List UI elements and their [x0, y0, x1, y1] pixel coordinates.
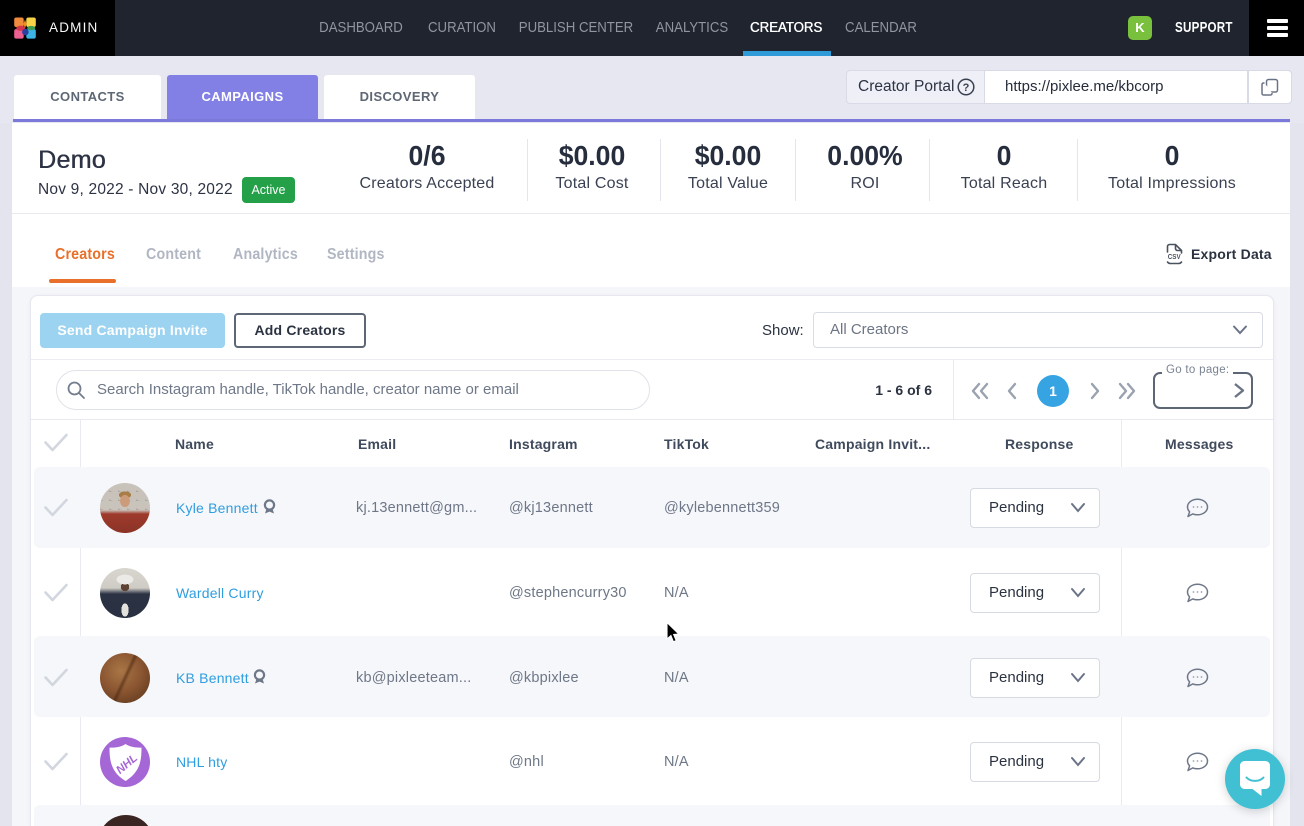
- svg-text:CSV: CSV: [1168, 254, 1181, 261]
- svg-text:?: ?: [963, 82, 970, 94]
